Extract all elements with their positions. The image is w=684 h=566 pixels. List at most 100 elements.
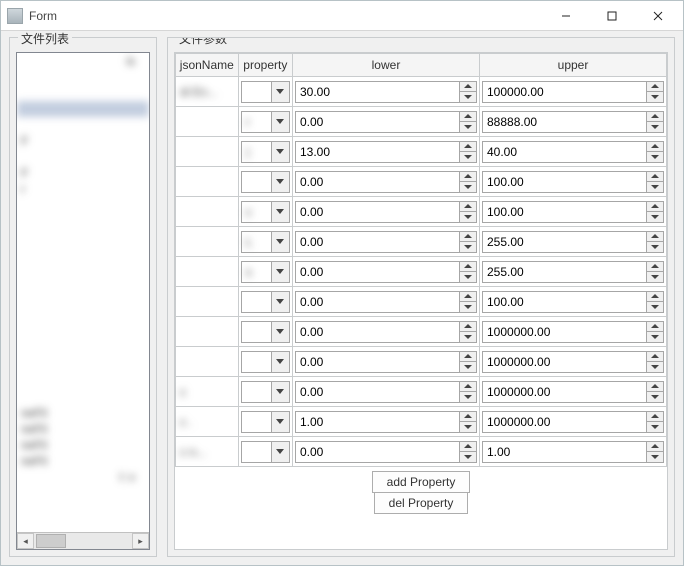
- lower-spinbox-up[interactable]: [460, 412, 476, 422]
- lower-spinbox-input[interactable]: [296, 352, 459, 372]
- upper-spinbox-input[interactable]: [483, 442, 646, 462]
- lower-spinbox-input[interactable]: [296, 262, 459, 282]
- list-item[interactable]: F: [17, 133, 149, 149]
- list-item[interactable]: neFil: [17, 453, 149, 469]
- upper-spinbox[interactable]: [482, 321, 664, 343]
- list-item[interactable]: neFil: [17, 421, 149, 437]
- list-h-scrollbar[interactable]: ◂ ▸: [17, 532, 149, 549]
- upper-spinbox[interactable]: [482, 411, 664, 433]
- property-combo[interactable]: c: [241, 201, 290, 223]
- property-combo[interactable]: [241, 171, 290, 193]
- lower-spinbox-input[interactable]: [296, 442, 459, 462]
- upper-spinbox-input[interactable]: [483, 262, 646, 282]
- lower-spinbox-up[interactable]: [460, 112, 476, 122]
- list-item[interactable]: neFil: [17, 405, 149, 421]
- upper-spinbox-down[interactable]: [647, 451, 663, 462]
- lower-spinbox-down[interactable]: [460, 271, 476, 282]
- upper-spinbox-up[interactable]: [647, 382, 663, 392]
- lower-spinbox-input[interactable]: [296, 82, 459, 102]
- property-combo-button[interactable]: [271, 142, 289, 162]
- file-list[interactable]: is FFrneFilneFilneFilneFill: v: [17, 53, 149, 532]
- property-combo-button[interactable]: [271, 232, 289, 252]
- upper-spinbox-down[interactable]: [647, 361, 663, 372]
- upper-spinbox-input[interactable]: [483, 172, 646, 192]
- add-property-button[interactable]: add Property: [372, 471, 471, 493]
- list-item[interactable]: [17, 149, 149, 165]
- property-combo-button[interactable]: [271, 202, 289, 222]
- lower-spinbox[interactable]: [295, 291, 477, 313]
- upper-spinbox-up[interactable]: [647, 112, 663, 122]
- property-combo-button[interactable]: [271, 262, 289, 282]
- property-combo[interactable]: L: [241, 231, 290, 253]
- lower-spinbox-down[interactable]: [460, 301, 476, 312]
- list-item[interactable]: [17, 277, 149, 293]
- upper-spinbox[interactable]: [482, 141, 664, 163]
- list-item[interactable]: [17, 85, 149, 101]
- upper-spinbox-up[interactable]: [647, 262, 663, 272]
- lower-spinbox-input[interactable]: [296, 142, 459, 162]
- list-item[interactable]: [17, 117, 149, 133]
- lower-spinbox[interactable]: [295, 261, 477, 283]
- property-combo-button[interactable]: [271, 172, 289, 192]
- list-item[interactable]: [17, 341, 149, 357]
- upper-spinbox-input[interactable]: [483, 412, 646, 432]
- lower-spinbox-input[interactable]: [296, 112, 459, 132]
- upper-spinbox-up[interactable]: [647, 442, 663, 452]
- upper-spinbox[interactable]: [482, 351, 664, 373]
- list-item[interactable]: [17, 229, 149, 245]
- maximize-button[interactable]: [589, 2, 635, 30]
- property-combo[interactable]: [241, 291, 290, 313]
- upper-spinbox-down[interactable]: [647, 391, 663, 402]
- lower-spinbox-down[interactable]: [460, 151, 476, 162]
- upper-spinbox-up[interactable]: [647, 322, 663, 332]
- lower-spinbox-up[interactable]: [460, 142, 476, 152]
- list-item[interactable]: [17, 373, 149, 389]
- lower-spinbox[interactable]: [295, 231, 477, 253]
- lower-spinbox-down[interactable]: [460, 421, 476, 432]
- lower-spinbox-down[interactable]: [460, 331, 476, 342]
- list-item[interactable]: neFil: [17, 437, 149, 453]
- list-item[interactable]: [17, 101, 149, 117]
- property-combo[interactable]: s: [241, 261, 290, 283]
- upper-spinbox-down[interactable]: [647, 151, 663, 162]
- lower-spinbox-up[interactable]: [460, 82, 476, 92]
- property-combo-button[interactable]: [271, 412, 289, 432]
- lower-spinbox[interactable]: [295, 441, 477, 463]
- property-combo[interactable]: [241, 381, 290, 403]
- property-combo[interactable]: [241, 81, 290, 103]
- upper-spinbox-up[interactable]: [647, 412, 663, 422]
- list-item[interactable]: [17, 213, 149, 229]
- lower-spinbox-input[interactable]: [296, 232, 459, 252]
- lower-spinbox-up[interactable]: [460, 352, 476, 362]
- lower-spinbox-input[interactable]: [296, 322, 459, 342]
- lower-spinbox-up[interactable]: [460, 442, 476, 452]
- property-combo-button[interactable]: [271, 82, 289, 102]
- lower-spinbox[interactable]: [295, 381, 477, 403]
- lower-spinbox-down[interactable]: [460, 91, 476, 102]
- upper-spinbox-down[interactable]: [647, 91, 663, 102]
- upper-spinbox-input[interactable]: [483, 352, 646, 372]
- upper-spinbox-down[interactable]: [647, 211, 663, 222]
- lower-spinbox[interactable]: [295, 81, 477, 103]
- property-combo-button[interactable]: [271, 322, 289, 342]
- property-combo-button[interactable]: [271, 352, 289, 372]
- lower-spinbox[interactable]: [295, 111, 477, 133]
- property-combo[interactable]: [241, 351, 290, 373]
- property-combo-button[interactable]: [271, 382, 289, 402]
- list-item[interactable]: [17, 69, 149, 85]
- upper-spinbox-input[interactable]: [483, 292, 646, 312]
- property-combo[interactable]: ): [241, 141, 290, 163]
- close-button[interactable]: [635, 2, 681, 30]
- upper-spinbox[interactable]: [482, 111, 664, 133]
- upper-spinbox-input[interactable]: [483, 322, 646, 342]
- list-item[interactable]: [17, 261, 149, 277]
- upper-spinbox[interactable]: [482, 441, 664, 463]
- lower-spinbox-down[interactable]: [460, 391, 476, 402]
- upper-spinbox-up[interactable]: [647, 292, 663, 302]
- property-combo-button[interactable]: [271, 292, 289, 312]
- lower-spinbox-input[interactable]: [296, 292, 459, 312]
- property-combo-button[interactable]: [271, 442, 289, 462]
- property-combo[interactable]: [241, 411, 290, 433]
- upper-spinbox-up[interactable]: [647, 82, 663, 92]
- lower-spinbox-down[interactable]: [460, 211, 476, 222]
